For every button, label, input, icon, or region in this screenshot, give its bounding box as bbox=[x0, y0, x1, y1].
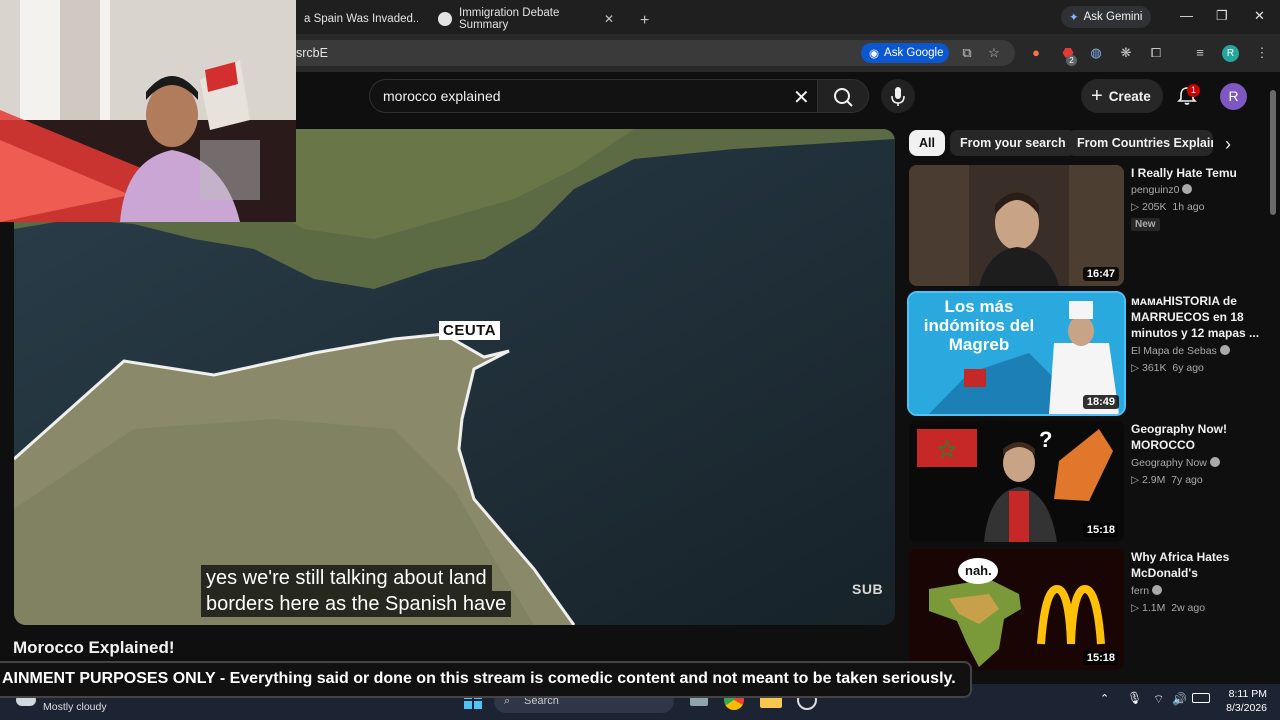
webcam-overlay bbox=[0, 0, 296, 222]
video-duration: 18:49 bbox=[1082, 395, 1119, 409]
tab-title: a Spain Was Invaded... S bbox=[304, 13, 418, 25]
microphone-icon bbox=[891, 87, 905, 106]
restore-icon[interactable]: ❐ bbox=[1216, 8, 1228, 24]
channel-name[interactable]: Geography Now bbox=[1131, 457, 1220, 469]
url-text[interactable]: srcbE bbox=[296, 46, 328, 60]
plus-icon: + bbox=[1091, 84, 1103, 107]
new-badge: New bbox=[1131, 218, 1160, 231]
minimize-icon[interactable]: — bbox=[1180, 8, 1193, 23]
taskbar-time[interactable]: 8:11 PM bbox=[1217, 688, 1267, 700]
profile-avatar[interactable]: R bbox=[1222, 45, 1239, 62]
video-thumbnail[interactable]: ? 15:18 bbox=[909, 421, 1124, 542]
tab-title: Immigration Debate Summary bbox=[459, 7, 560, 31]
recommendation-item[interactable]: Los más indómitos del Magreb 18:49 ᴍᴀᴍᴀH… bbox=[907, 291, 1269, 416]
chrome-menu-icon[interactable]: ⋮ bbox=[1254, 45, 1270, 61]
channel-name[interactable]: penguinz0 bbox=[1131, 184, 1193, 196]
voice-search-button[interactable] bbox=[881, 79, 915, 113]
recommendation-title[interactable]: Geography Now! MOROCCO bbox=[1131, 421, 1261, 453]
lens-icon: ◉ bbox=[869, 48, 880, 60]
search-icon bbox=[834, 88, 853, 107]
verified-icon bbox=[1182, 184, 1193, 194]
extension-blue-icon[interactable]: ◍ bbox=[1088, 45, 1104, 61]
verified-icon bbox=[1219, 345, 1230, 355]
tab-spain-invaded[interactable]: a Spain Was Invaded... S bbox=[296, 4, 426, 34]
extension-brave-icon[interactable]: ● bbox=[1028, 45, 1044, 61]
video-meta: ▷ 361K 6y ago bbox=[1131, 362, 1204, 374]
tab-immigration-debate[interactable]: Immigration Debate Summary ✕ bbox=[430, 4, 622, 34]
create-button[interactable]: + Create bbox=[1081, 79, 1163, 113]
page-scrollbar[interactable] bbox=[1270, 90, 1276, 215]
ask-google-button[interactable]: ◉ Ask Google bbox=[861, 43, 949, 63]
extension-gear-icon[interactable]: ❋ bbox=[1118, 45, 1134, 61]
recommendation-item[interactable]: ? 15:18 Geography Now! MOROCCO Geography… bbox=[909, 421, 1269, 543]
chip-from-countries-explained[interactable]: From Countries Explained bbox=[1067, 130, 1213, 156]
play-icon: ▷ bbox=[1131, 474, 1142, 486]
account-avatar[interactable]: R bbox=[1220, 83, 1247, 110]
video-duration: 15:18 bbox=[1082, 651, 1119, 665]
video-meta: ▷ 205K 1h ago bbox=[1131, 201, 1205, 213]
play-icon: ▷ bbox=[1131, 602, 1142, 614]
subtitle-line: borders here as the Spanish have bbox=[201, 591, 512, 617]
video-duration: 16:47 bbox=[1082, 267, 1119, 281]
chevron-right-icon[interactable]: › bbox=[1225, 134, 1231, 155]
bookmark-star-icon[interactable]: ☆ bbox=[986, 45, 1002, 61]
weather-description[interactable]: Mostly cloudy bbox=[43, 701, 107, 713]
play-icon: ▷ bbox=[1131, 201, 1142, 213]
extensions-puzzle-icon[interactable]: ⧠ bbox=[1148, 45, 1164, 61]
search-button[interactable] bbox=[817, 79, 869, 113]
install-app-icon[interactable]: ⧉ bbox=[959, 45, 975, 61]
chip-from-your-search[interactable]: From your search bbox=[950, 130, 1076, 156]
streamer-webcam-image bbox=[0, 0, 296, 222]
video-thumbnail[interactable]: Los más indómitos del Magreb 18:49 bbox=[907, 291, 1126, 416]
video-thumbnail[interactable]: nah. 15:18 bbox=[909, 549, 1124, 670]
play-icon: ▷ bbox=[1131, 362, 1142, 374]
show-hidden-icons-chevron[interactable]: ⌃ bbox=[1100, 692, 1109, 705]
video-meta: ▷ 2.9M 7y ago bbox=[1131, 474, 1203, 486]
verified-icon bbox=[1209, 457, 1220, 467]
video-thumbnail[interactable]: 16:47 bbox=[909, 165, 1124, 286]
ask-gemini-button[interactable]: ✦ Ask Gemini bbox=[1061, 6, 1151, 28]
taskbar-date[interactable]: 8/3/2026 bbox=[1205, 702, 1267, 714]
thumbnail-headline: Los más indómitos del Magreb bbox=[923, 297, 1035, 354]
clear-search-icon[interactable]: ✕ bbox=[793, 85, 810, 110]
gemini-icon: ✦ bbox=[1069, 12, 1079, 24]
reading-list-icon[interactable]: ≡ bbox=[1192, 45, 1208, 61]
new-tab-button[interactable]: + bbox=[632, 6, 650, 36]
notification-count-badge: 1 bbox=[1187, 84, 1200, 97]
disclaimer-text: AINMENT PURPOSES ONLY - Everything said … bbox=[2, 670, 956, 687]
video-duration: 15:18 bbox=[1082, 523, 1119, 537]
ceuta-map-label: CEUTA bbox=[439, 321, 501, 340]
close-window-icon[interactable]: ✕ bbox=[1254, 8, 1265, 24]
recommendation-title[interactable]: I Really Hate Temu bbox=[1131, 165, 1261, 181]
channel-watermark[interactable]: SUB bbox=[852, 581, 883, 597]
video-title: Morocco Explained! bbox=[13, 638, 175, 657]
volume-icon[interactable]: 🔊 bbox=[1172, 692, 1187, 706]
recommendation-item[interactable]: nah. 15:18 Why Africa Hates McDonald's f… bbox=[909, 549, 1269, 671]
verified-icon bbox=[1152, 585, 1163, 595]
subtitle-line: yes we're still talking about land bbox=[201, 565, 492, 591]
wifi-icon[interactable]: ⌔ bbox=[1153, 692, 1164, 707]
thumbnail-speech: nah. bbox=[965, 563, 992, 578]
chip-all[interactable]: All bbox=[909, 130, 945, 156]
recommendation-item[interactable]: 16:47 I Really Hate Temu penguinz0 ▷ 205… bbox=[909, 165, 1269, 287]
close-tab-icon[interactable]: ✕ bbox=[604, 12, 614, 26]
channel-name[interactable]: El Mapa de Sebas bbox=[1131, 345, 1230, 357]
microphone-tray-icon[interactable]: 🎙 bbox=[1127, 691, 1142, 705]
recommendation-title[interactable]: ᴍᴀᴍᴀHISTORIA de MARRUECOS en 18 minutos … bbox=[1131, 293, 1261, 341]
search-query[interactable]: morocco explained bbox=[383, 88, 501, 104]
chatgpt-icon bbox=[438, 12, 452, 26]
recommendation-title[interactable]: Why Africa Hates McDonald's bbox=[1131, 549, 1261, 581]
extension-badge: 2 bbox=[1066, 55, 1077, 66]
video-meta: ▷ 1.1M 2w ago bbox=[1131, 602, 1206, 614]
channel-name[interactable]: fern bbox=[1131, 585, 1163, 597]
svg-text:?: ? bbox=[1039, 427, 1052, 452]
